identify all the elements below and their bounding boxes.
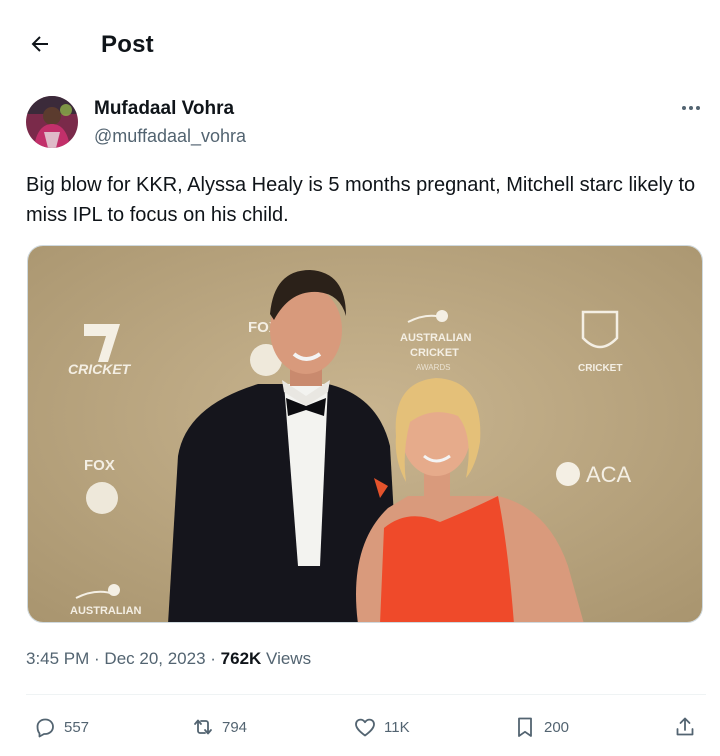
more-dots-icon [682, 106, 686, 110]
like-button[interactable]: 11K [352, 712, 410, 742]
repost-icon [190, 714, 216, 740]
tweet-time[interactable]: 3:45 PM [26, 649, 89, 669]
top-bar: Post [0, 0, 720, 88]
svg-text:AWARDS: AWARDS [416, 363, 451, 372]
tweet-meta: 3:45 PM · Dec 20, 2023 · 762K Views [26, 649, 311, 669]
tweet-photo[interactable]: CRICKET FOX AUSTRALIAN CRICKET AWARDS CR… [27, 245, 703, 623]
bookmark-button[interactable]: 200 [512, 712, 569, 742]
share-button[interactable] [672, 712, 698, 742]
tweet-actions-bar: 557 794 11K 200 [0, 704, 720, 750]
author-display-name[interactable]: Mufadaal Vohra [94, 98, 234, 120]
meta-separator-2: · [205, 649, 221, 668]
back-button[interactable] [26, 30, 54, 58]
more-options-button[interactable] [678, 98, 704, 118]
views-count[interactable]: 762K [221, 649, 262, 669]
page-title: Post [101, 31, 154, 58]
svg-text:AUSTRALIAN: AUSTRALIAN [400, 332, 472, 344]
share-icon [672, 714, 698, 740]
reply-button[interactable]: 557 [32, 712, 89, 742]
like-count: 11K [384, 718, 410, 736]
aca-logo: ACA [556, 462, 632, 487]
tweet-text: Big blow for KKR, Alyssa Healy is 5 mont… [26, 174, 696, 226]
tweet-author: Mufadaal Vohra @muffadaal_vohra [26, 94, 706, 154]
avatar[interactable] [26, 96, 78, 148]
bookmark-count: 200 [544, 718, 570, 736]
bookmark-icon [512, 714, 538, 740]
author-handle[interactable]: @muffadaal_vohra [94, 126, 246, 147]
views-label: Views [261, 649, 312, 668]
divider [26, 694, 706, 695]
heart-icon [352, 714, 378, 740]
reply-icon [32, 714, 58, 740]
svg-text:CRICKET: CRICKET [410, 347, 459, 359]
back-arrow-icon [31, 36, 48, 52]
svg-text:CRICKET: CRICKET [578, 363, 622, 374]
reply-count: 557 [64, 718, 90, 736]
tweet-date[interactable]: Dec 20, 2023 [104, 649, 205, 669]
repost-count: 794 [222, 718, 248, 736]
svg-text:ACA: ACA [586, 462, 632, 487]
svg-text:FOX: FOX [84, 457, 115, 474]
meta-separator: · [89, 649, 105, 668]
repost-button[interactable]: 794 [190, 712, 247, 742]
svg-text:AUSTRALIAN: AUSTRALIAN [70, 605, 142, 617]
svg-text:CRICKET: CRICKET [68, 361, 132, 377]
